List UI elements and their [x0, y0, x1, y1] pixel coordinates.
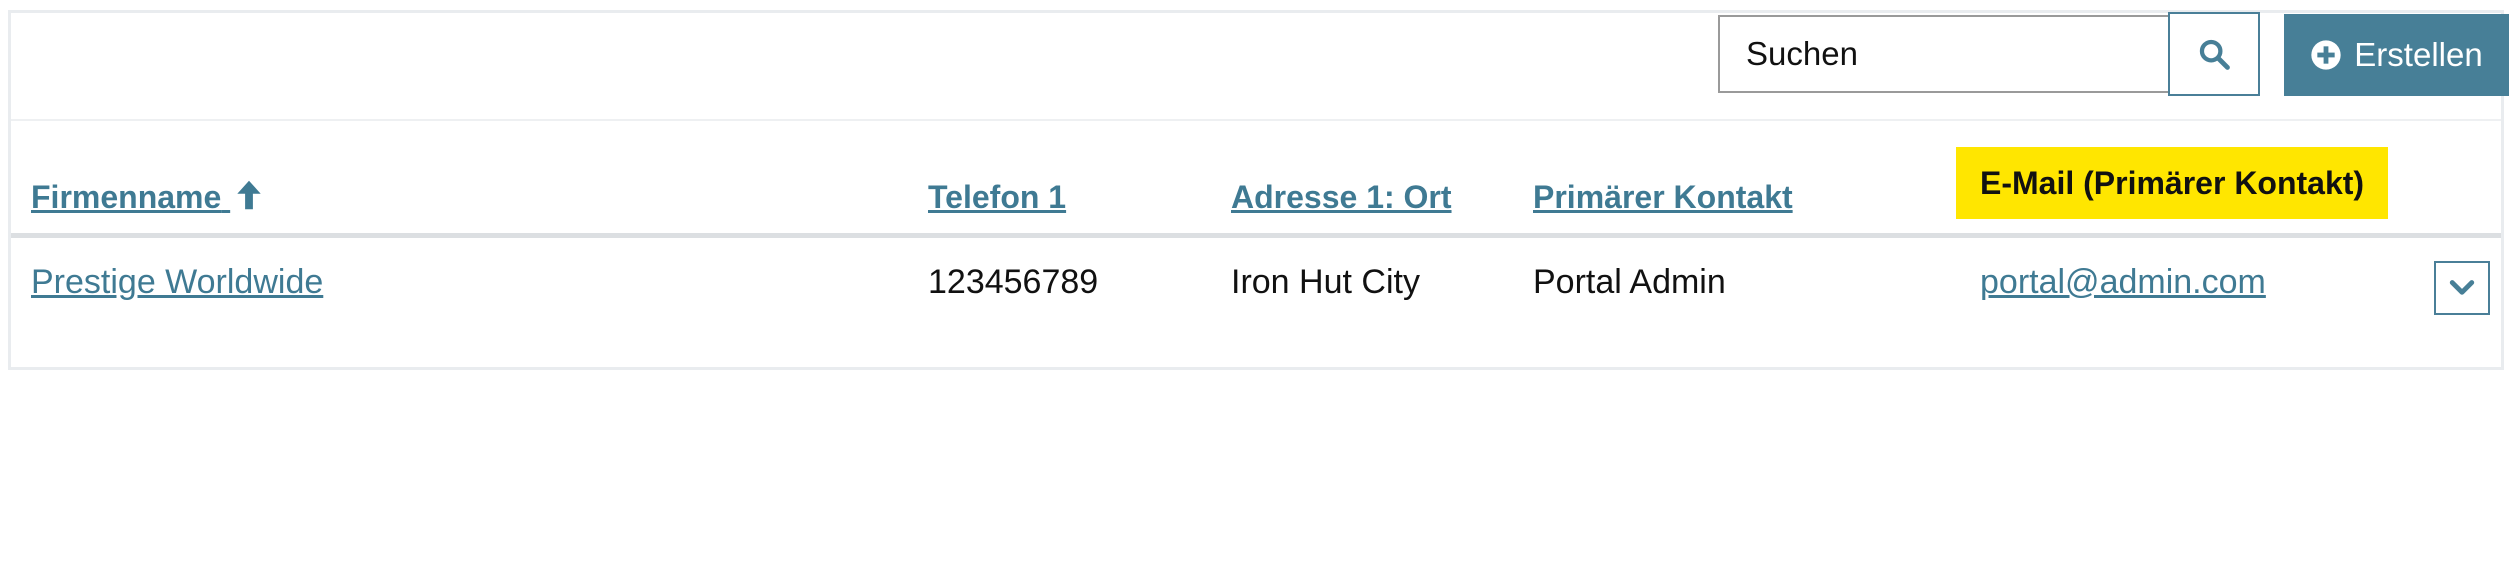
cell-telefon: 123456789	[928, 263, 1099, 301]
search-icon	[2199, 39, 2230, 70]
cell-firmenname-link[interactable]: Prestige Worldwide	[31, 263, 323, 302]
column-header-firmenname[interactable]: Firmenname	[31, 179, 262, 216]
cell-email-link[interactable]: portal@admin.com	[1980, 263, 2266, 302]
column-header-email[interactable]: E-Mail (Primärer Kontakt)	[1956, 147, 2389, 219]
column-header-kontakt[interactable]: Primärer Kontakt	[1533, 179, 1793, 216]
entity-list-panel: Erstellen Firmenname Telefon 1 Adresse 1…	[8, 10, 2509, 370]
plus-circle-icon	[2311, 40, 2341, 70]
column-header-telefon[interactable]: Telefon 1	[928, 179, 1066, 216]
column-header-label: Firmenname	[31, 179, 222, 215]
table-header: Firmenname Telefon 1 Adresse 1: Ort Prim…	[11, 141, 2501, 238]
search-input[interactable]	[1718, 15, 2168, 93]
chevron-down-icon	[2449, 280, 2475, 295]
search-button[interactable]	[2168, 12, 2260, 96]
cell-kontakt: Portal Admin	[1533, 263, 1726, 301]
toolbar: Erstellen	[11, 12, 2509, 121]
arrow-up-icon	[237, 180, 261, 210]
column-header-ort[interactable]: Adresse 1: Ort	[1231, 179, 1452, 216]
row-actions-button[interactable]	[2434, 261, 2490, 315]
create-button[interactable]: Erstellen	[2284, 14, 2509, 96]
cell-ort: Iron Hut City	[1231, 263, 1420, 301]
search-group	[1718, 12, 2260, 96]
create-button-label: Erstellen	[2354, 36, 2483, 73]
table-row: Prestige Worldwide 123456789 Iron Hut Ci…	[11, 241, 2501, 361]
